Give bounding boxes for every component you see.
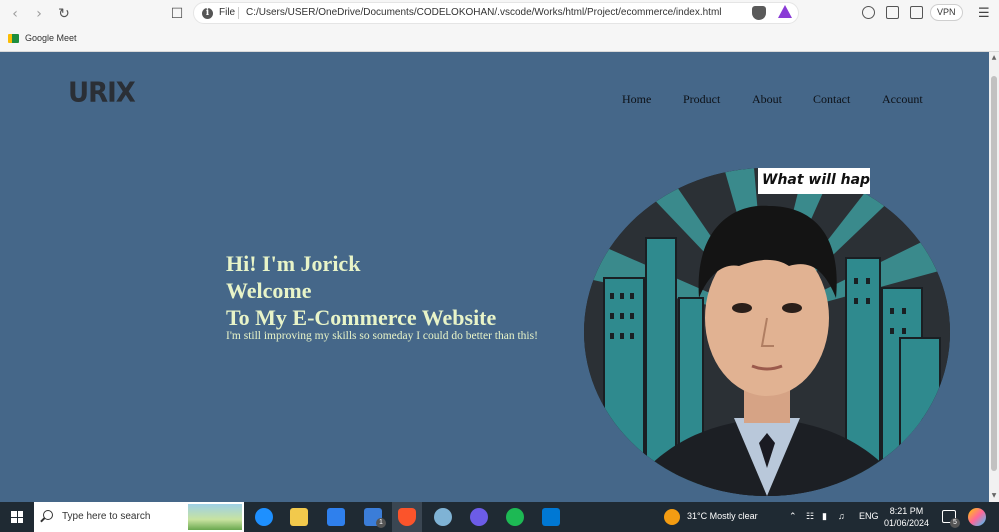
nav-home[interactable]: Home [622,92,651,107]
bookmark-icon[interactable]: ☐ [168,5,186,23]
nav-about[interactable]: About [752,92,782,107]
address-bar[interactable]: i File C:/Users/USER/OneDrive/Documents/… [193,2,799,24]
portrait-illustration [584,168,950,496]
back-icon[interactable]: ‹ [6,5,24,23]
vscode-icon[interactable] [542,508,560,526]
search-highlight-image[interactable] [188,504,242,530]
url-text[interactable]: C:/Users/USER/OneDrive/Documents/CODELOK… [246,7,722,18]
search-placeholder: Type here to search [62,511,151,522]
forward-icon[interactable]: › [30,5,48,23]
brave-rewards-icon[interactable] [778,5,792,18]
taskbar: Type here to search 1 31°C Mostly clear … [0,502,999,532]
spotify-icon[interactable] [506,508,524,526]
store-icon[interactable] [327,508,345,526]
profile-portrait [584,168,950,496]
battery-icon[interactable]: ▮ [822,511,827,522]
nav-product[interactable]: Product [683,92,720,107]
site-logo[interactable]: URIX [68,77,136,109]
reload-icon[interactable]: ↻ [55,5,73,23]
app-icon[interactable] [470,508,488,526]
divider [238,7,239,19]
nav-account[interactable]: Account [882,92,923,107]
clock-date: 01/06/2024 [884,518,930,528]
edge-icon[interactable] [255,508,273,526]
hero-line-2: Welcome [226,278,312,303]
vpn-label: VPN [937,7,956,17]
bookmark-label: Google Meet [25,33,77,43]
hero-line-1: Hi! I'm Jorick [226,251,361,276]
scheme-label: File [219,7,236,18]
vpn-button[interactable]: VPN [930,4,963,21]
weather-icon[interactable] [664,509,680,525]
hero-subtitle: I'm still improving my skills so someday… [226,330,538,342]
menu-icon[interactable]: ☰ [978,6,990,21]
notification-badge: 5 [950,518,960,528]
vertical-scrollbar[interactable]: ▲ ▼ [989,52,999,502]
scroll-up-icon[interactable]: ▲ [991,54,997,61]
clock[interactable]: 8:21 PM 01/06/2024 [884,505,929,529]
google-meet-icon [8,33,19,43]
mail-badge: 1 [376,518,386,528]
weather-text[interactable]: 31°C Mostly clear [687,511,758,521]
file-explorer-icon[interactable] [290,508,308,526]
brave-shield-icon[interactable] [752,6,766,20]
wifi-icon[interactable]: ☷ [806,511,814,522]
info-icon[interactable]: i [202,8,213,19]
volume-icon[interactable]: ♫ [838,511,845,521]
language-indicator[interactable]: ENG [859,511,879,521]
webpage: URIX Home Product About Contact Account … [0,52,989,502]
hero-text: Hi! I'm Jorick Welcome To My E-Commerce … [226,250,538,342]
scrollbar-thumb[interactable] [991,76,997,471]
scroll-down-icon[interactable]: ▼ [991,492,997,499]
comic-caption: What will happen [758,168,870,194]
start-button[interactable] [0,502,33,532]
brave-icon[interactable] [398,508,416,526]
bookmark-google-meet[interactable]: Google Meet [8,31,77,45]
browser-toolbar: ‹ › ↻ ☐ i File C:/Users/USER/OneDrive/Do… [0,0,999,52]
chevron-up-icon[interactable]: ⌃ [789,511,797,522]
windows-icon [11,511,23,523]
search-icon [43,510,53,520]
wallet-icon[interactable] [910,6,923,19]
copilot-icon[interactable] [968,508,986,526]
media-icon[interactable] [862,6,875,19]
paint-icon[interactable] [434,508,452,526]
hero-line-3: To My E-Commerce Website [226,305,497,330]
nav-contact[interactable]: Contact [813,92,850,107]
clock-time: 8:21 PM [889,506,924,516]
sidebar-icon[interactable] [886,6,899,19]
